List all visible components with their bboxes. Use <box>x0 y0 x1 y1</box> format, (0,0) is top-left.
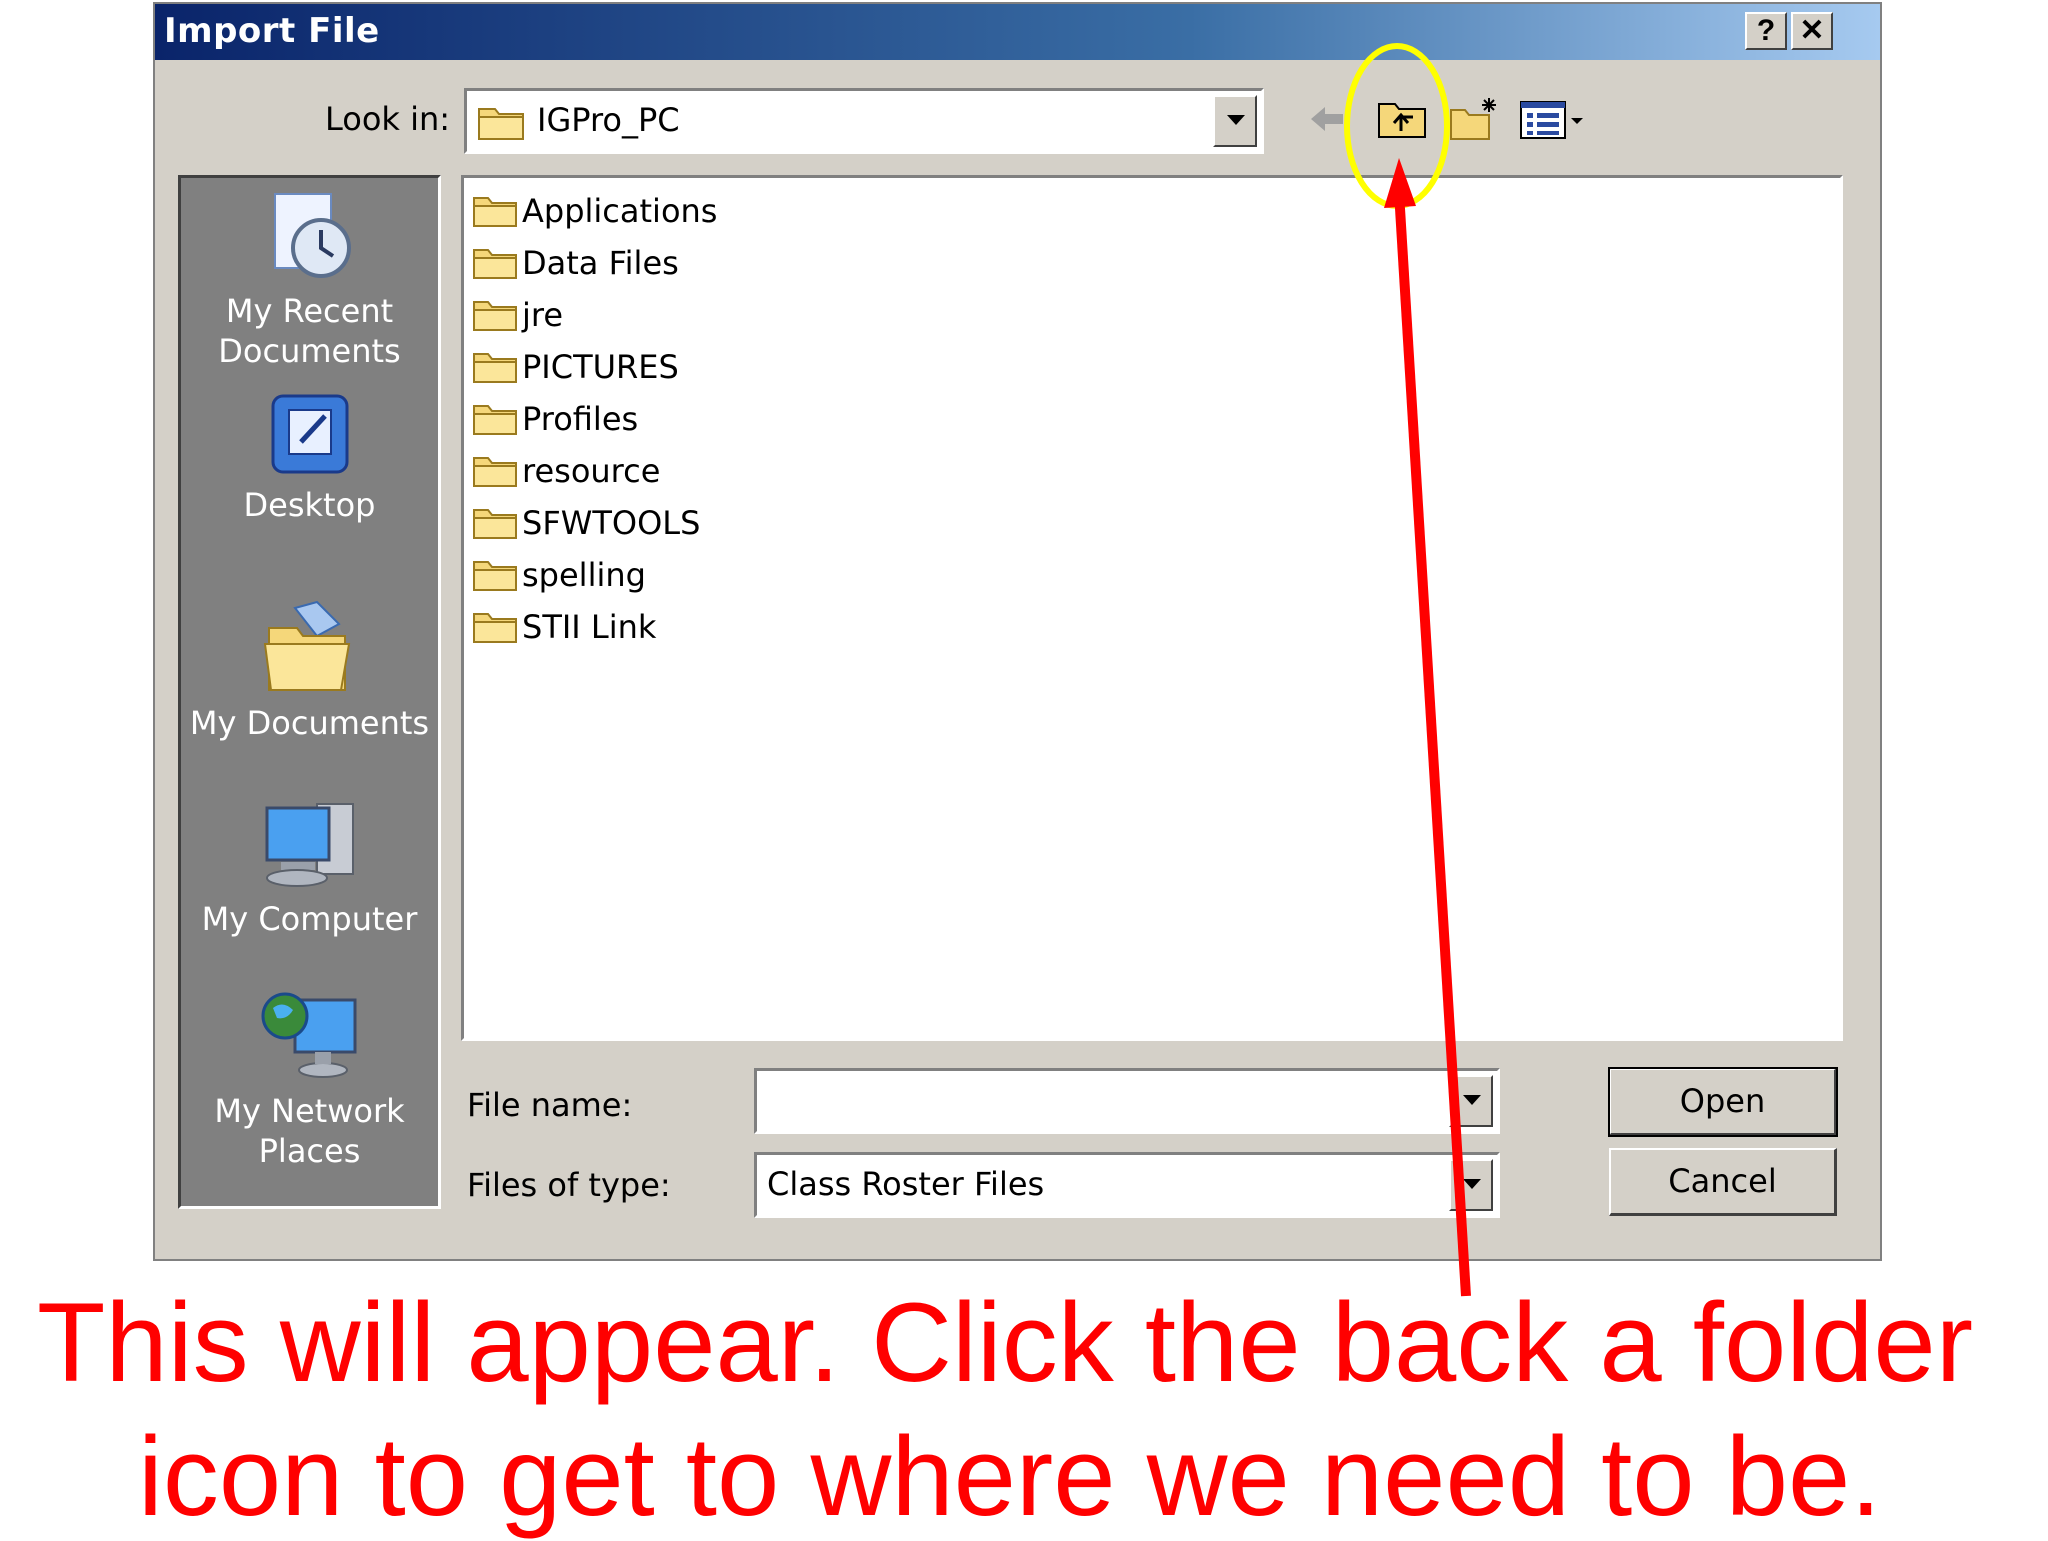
annotation-caption-line1: This will appear. Click the back a folde… <box>37 1280 1973 1405</box>
annotation-arrow-line <box>1394 191 1471 1297</box>
annotation-arrow-head <box>1384 158 1416 208</box>
annotation-caption-line2: icon to get to where we need to be. <box>138 1414 1882 1539</box>
